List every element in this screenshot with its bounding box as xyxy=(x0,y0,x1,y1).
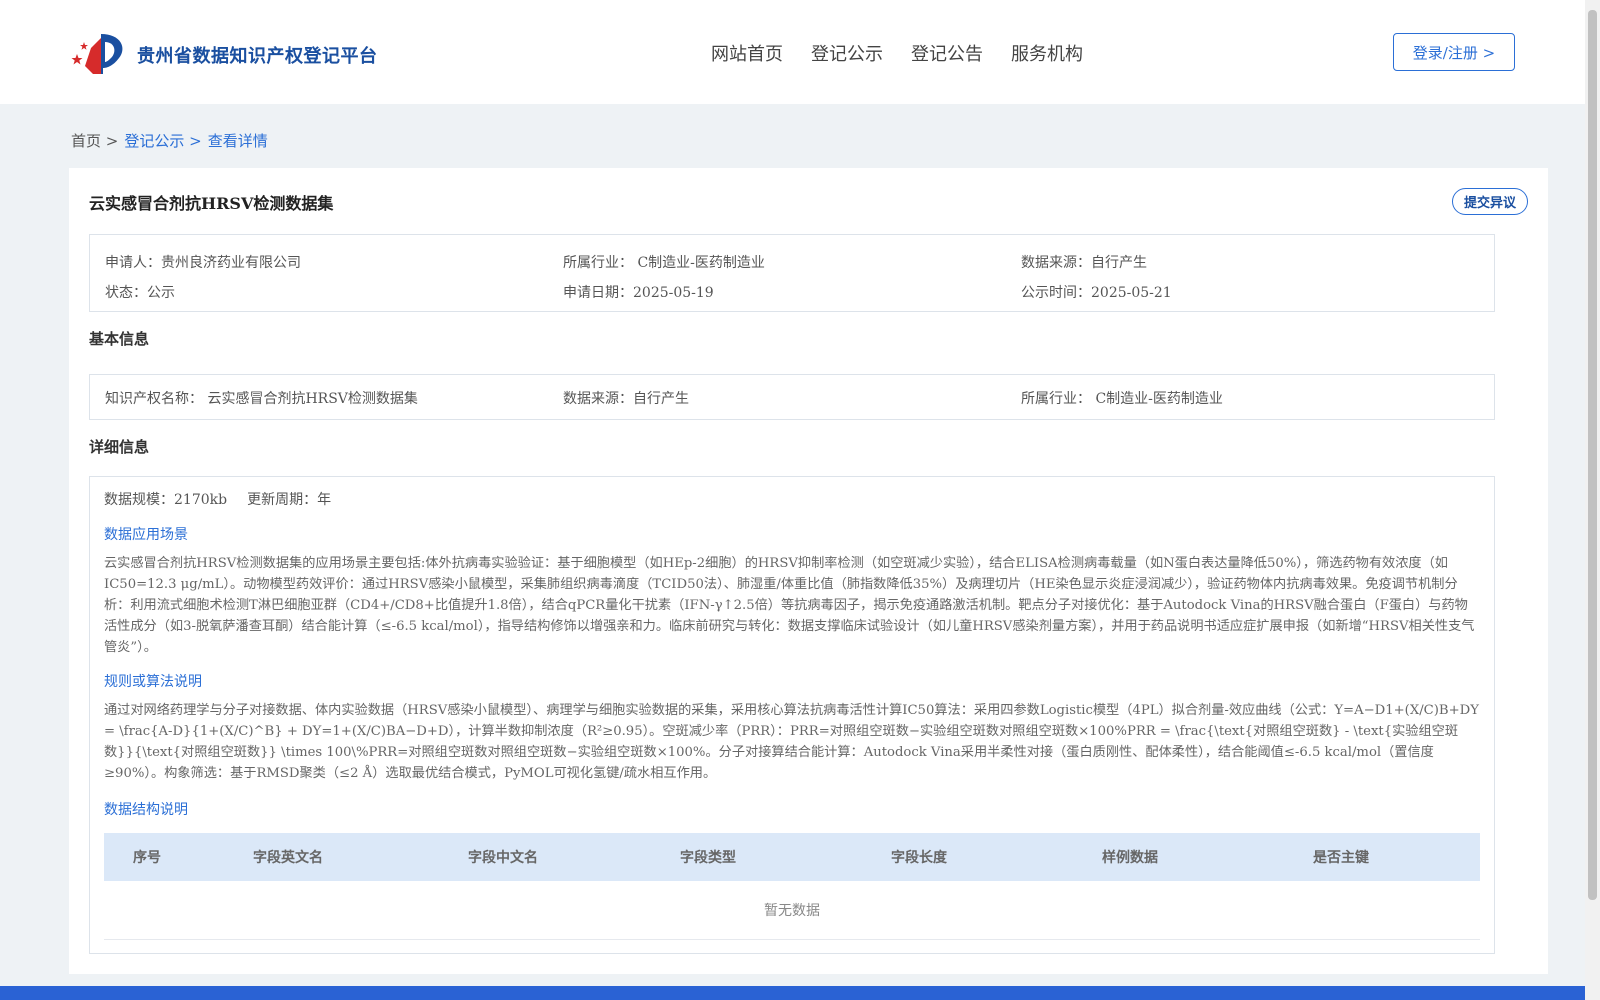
page-title: 云实感冒合剂抗HRSV检测数据集 xyxy=(89,194,334,213)
structure-title: 数据结构说明 xyxy=(104,802,188,818)
basic-source-value: 数据来源：自行产生 xyxy=(563,391,689,407)
algorithm-title: 规则或算法说明 xyxy=(104,674,202,690)
basic-industry-value: 所属行业： C制造业-医药制造业 xyxy=(1021,391,1223,407)
main-nav: 网站首页 登记公示 登记公告 服务机构 xyxy=(711,40,1083,66)
col-field-type: 字段类型 xyxy=(680,850,736,866)
site-footer xyxy=(0,986,1600,1000)
basic-info-panel: 知识产权名称： 云实感冒合剂抗HRSV检测数据集 数据来源：自行产生 所属行业：… xyxy=(89,374,1495,420)
breadcrumb: 首页 > 登记公示 > 查看详情 xyxy=(71,130,268,151)
breadcrumb-section[interactable]: 登记公示 > xyxy=(124,130,201,151)
site-header: 贵州省数据知识产权登记平台 网站首页 登记公示 登记公告 服务机构 登录/注册 … xyxy=(0,0,1585,104)
page-scrollbar[interactable] xyxy=(1585,0,1600,1000)
data-structure-table: 序号 字段英文名 字段中文名 字段类型 字段长度 样例数据 是否主键 暂无数据 xyxy=(104,833,1480,940)
nav-service-agencies[interactable]: 服务机构 xyxy=(1011,40,1083,66)
col-index: 序号 xyxy=(133,850,161,866)
update-cycle-value: 更新周期：年 xyxy=(247,492,332,508)
nav-registration-notice[interactable]: 登记公示 xyxy=(811,40,883,66)
scene-text: 云实感冒合剂抗HRSV检测数据集的应用场景主要包括:体外抗病毒实验验证：基于细胞… xyxy=(104,556,1475,655)
nav-home[interactable]: 网站首页 xyxy=(711,40,783,66)
col-field-cn: 字段中文名 xyxy=(468,850,538,866)
site-title[interactable]: 贵州省数据知识产权登记平台 xyxy=(137,42,378,68)
table-header-row: 序号 字段英文名 字段中文名 字段类型 字段长度 样例数据 是否主键 xyxy=(104,833,1480,881)
login-register-button[interactable]: 登录/注册 > xyxy=(1393,33,1515,71)
detail-info-panel: 数据规模：2170kb 更新周期：年 数据应用场景 云实感冒合剂抗HRSV检测数… xyxy=(89,476,1495,954)
col-primary-key: 是否主键 xyxy=(1313,850,1369,866)
data-scale-value: 数据规模：2170kb xyxy=(104,492,228,508)
table-empty-text: 暂无数据 xyxy=(104,881,1480,940)
basic-info-title: 基本信息 xyxy=(89,330,150,348)
col-field-en: 字段英文名 xyxy=(253,850,323,866)
detail-info-title: 详细信息 xyxy=(89,438,150,456)
summary-panel: 申请人：贵州良济药业有限公司 所属行业： C制造业-医药制造业 数据来源：自行产… xyxy=(89,234,1495,312)
scrollbar-thumb[interactable] xyxy=(1588,10,1597,900)
status-value: 状态：公示 xyxy=(105,285,175,301)
industry-value: 所属行业： C制造业-医药制造业 xyxy=(563,255,765,271)
breadcrumb-home[interactable]: 首页 > xyxy=(71,130,118,151)
ip-name-value: 知识产权名称： 云实感冒合剂抗HRSV检测数据集 xyxy=(105,391,418,407)
col-field-length: 字段长度 xyxy=(891,850,947,866)
nav-registration-announcement[interactable]: 登记公告 xyxy=(911,40,983,66)
publish-date-value: 公示时间：2025-05-21 xyxy=(1021,285,1172,301)
scene-title: 数据应用场景 xyxy=(104,527,188,543)
source-value: 数据来源：自行产生 xyxy=(1021,255,1147,271)
site-logo[interactable] xyxy=(71,28,131,78)
col-sample-data: 样例数据 xyxy=(1102,850,1158,866)
applicant-value: 申请人：贵州良济药业有限公司 xyxy=(105,255,301,271)
detail-card: 云实感冒合剂抗HRSV检测数据集 提交异议 申请人：贵州良济药业有限公司 所属行… xyxy=(69,168,1548,974)
submit-objection-button[interactable]: 提交异议 xyxy=(1452,188,1528,215)
algorithm-text: 通过对网络药理学与分子对接数据、体内实验数据（HRSV感染小鼠模型）、病理学与细… xyxy=(104,703,1479,781)
apply-date-value: 申请日期：2025-05-19 xyxy=(563,285,714,301)
breadcrumb-current: 查看详情 xyxy=(207,132,268,150)
